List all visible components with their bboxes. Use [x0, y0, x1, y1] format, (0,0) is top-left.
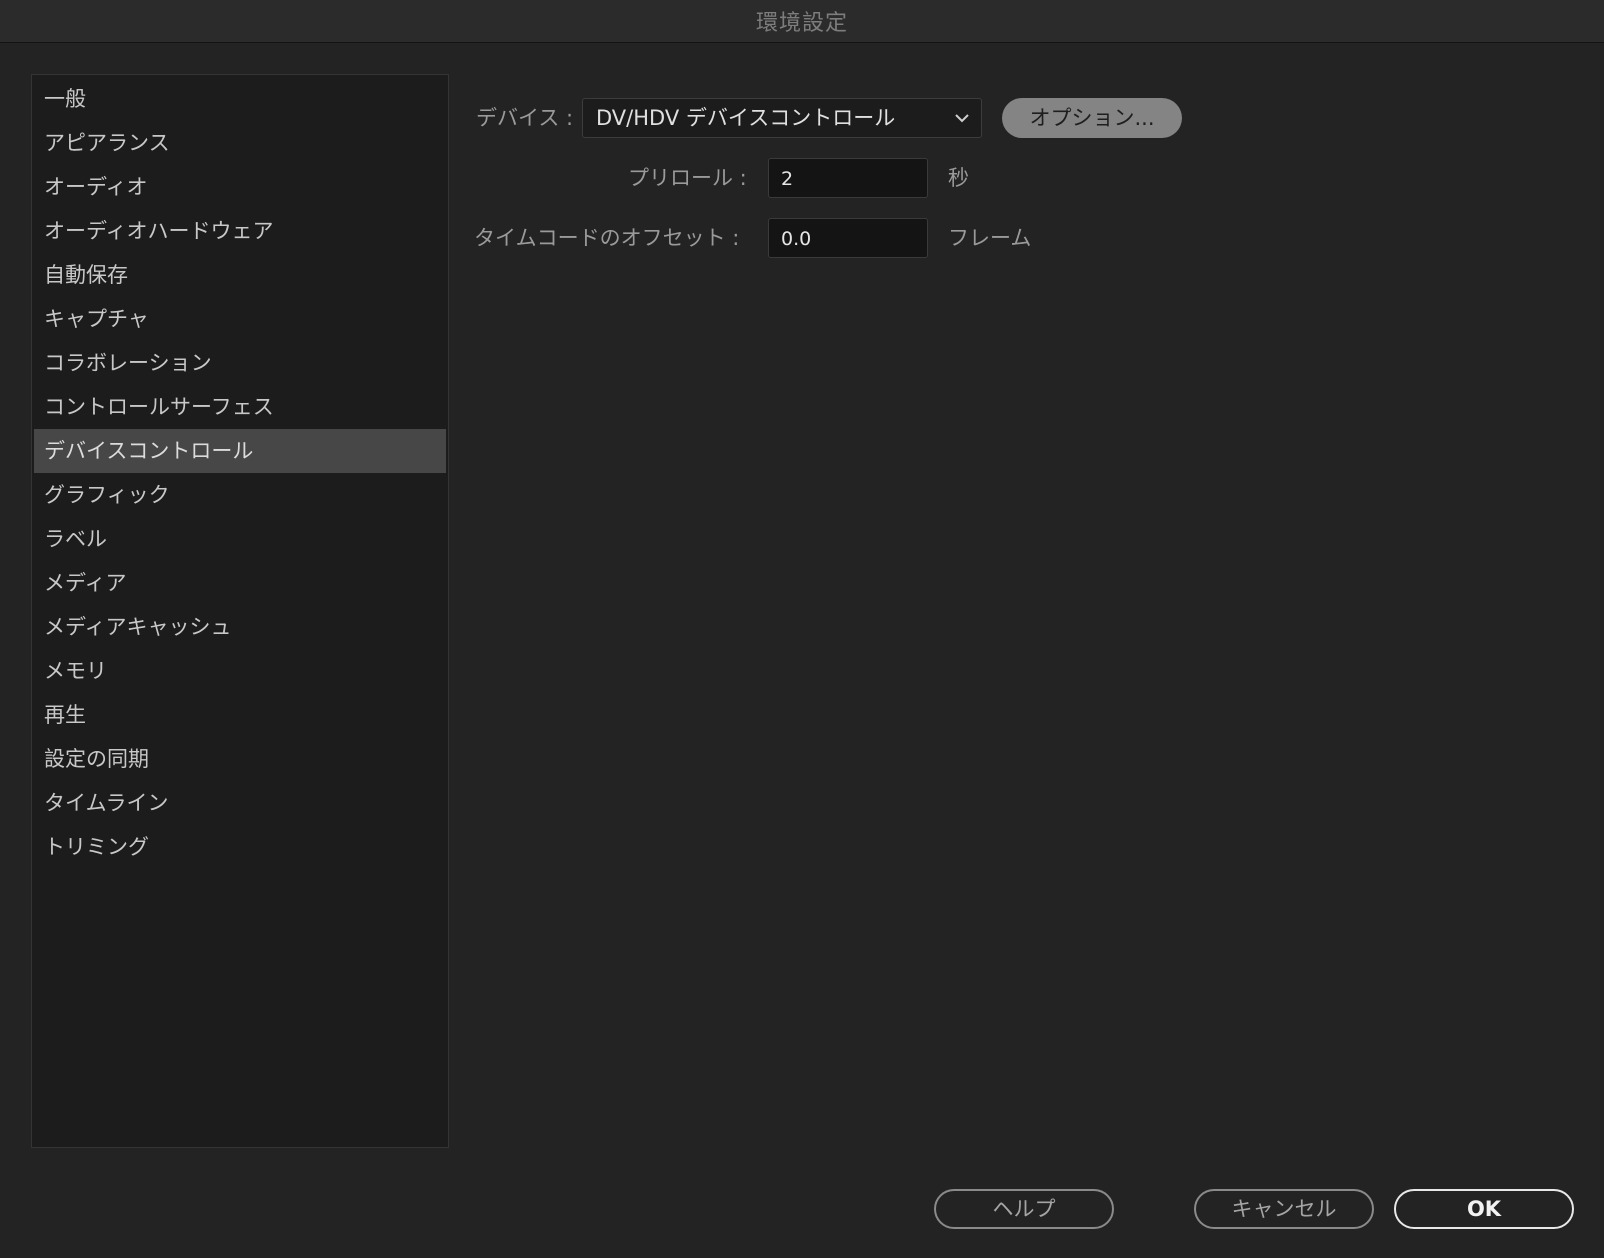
- help-button[interactable]: ヘルプ: [934, 1189, 1114, 1229]
- sidebar-item-device-control[interactable]: デバイスコントロール: [34, 429, 446, 473]
- sidebar-item-media-cache[interactable]: メディアキャッシュ: [34, 605, 446, 649]
- sidebar-item-audio[interactable]: オーディオ: [34, 165, 446, 209]
- sidebar-item-auto-save[interactable]: 自動保存: [34, 253, 446, 297]
- chevron-down-icon: [955, 114, 969, 123]
- sidebar-item-playback[interactable]: 再生: [34, 693, 446, 737]
- device-label: デバイス :: [476, 106, 574, 130]
- sidebar-item-collaboration[interactable]: コラボレーション: [34, 341, 446, 385]
- preroll-unit-label: 秒: [948, 166, 969, 190]
- window-title: 環境設定: [755, 11, 848, 36]
- sidebar-item-memory[interactable]: メモリ: [34, 649, 446, 693]
- device-select[interactable]: DV/HDV デバイスコントロール: [582, 98, 982, 138]
- preroll-input[interactable]: 2: [768, 158, 928, 198]
- preferences-category-list[interactable]: 一般 アピアランス オーディオ オーディオハードウェア 自動保存 キャプチャ コ…: [31, 74, 449, 1148]
- sidebar-item-trimming[interactable]: トリミング: [34, 825, 446, 869]
- device-select-value: DV/HDV デバイスコントロール: [596, 106, 896, 130]
- timecode-offset-label: タイムコードのオフセット :: [474, 226, 740, 250]
- sidebar-item-audio-hardware[interactable]: オーディオハードウェア: [34, 209, 446, 253]
- options-button[interactable]: オプション...: [1002, 98, 1182, 138]
- timecode-offset-unit-label: フレーム: [948, 226, 1032, 250]
- timecode-offset-input[interactable]: 0.0: [768, 218, 928, 258]
- title-bar: 環境設定: [0, 0, 1604, 43]
- sidebar-item-graphics[interactable]: グラフィック: [34, 473, 446, 517]
- sidebar-item-timeline[interactable]: タイムライン: [34, 781, 446, 825]
- sidebar-item-sync-settings[interactable]: 設定の同期: [34, 737, 446, 781]
- sidebar-item-control-surface[interactable]: コントロールサーフェス: [34, 385, 446, 429]
- sidebar-item-appearance[interactable]: アピアランス: [34, 121, 446, 165]
- preroll-label: プリロール :: [628, 166, 747, 190]
- cancel-button[interactable]: キャンセル: [1194, 1189, 1374, 1229]
- ok-button[interactable]: OK: [1394, 1189, 1574, 1229]
- sidebar-item-general[interactable]: 一般: [34, 77, 446, 121]
- sidebar-item-capture[interactable]: キャプチャ: [34, 297, 446, 341]
- sidebar-item-labels[interactable]: ラベル: [34, 517, 446, 561]
- sidebar-item-media[interactable]: メディア: [34, 561, 446, 605]
